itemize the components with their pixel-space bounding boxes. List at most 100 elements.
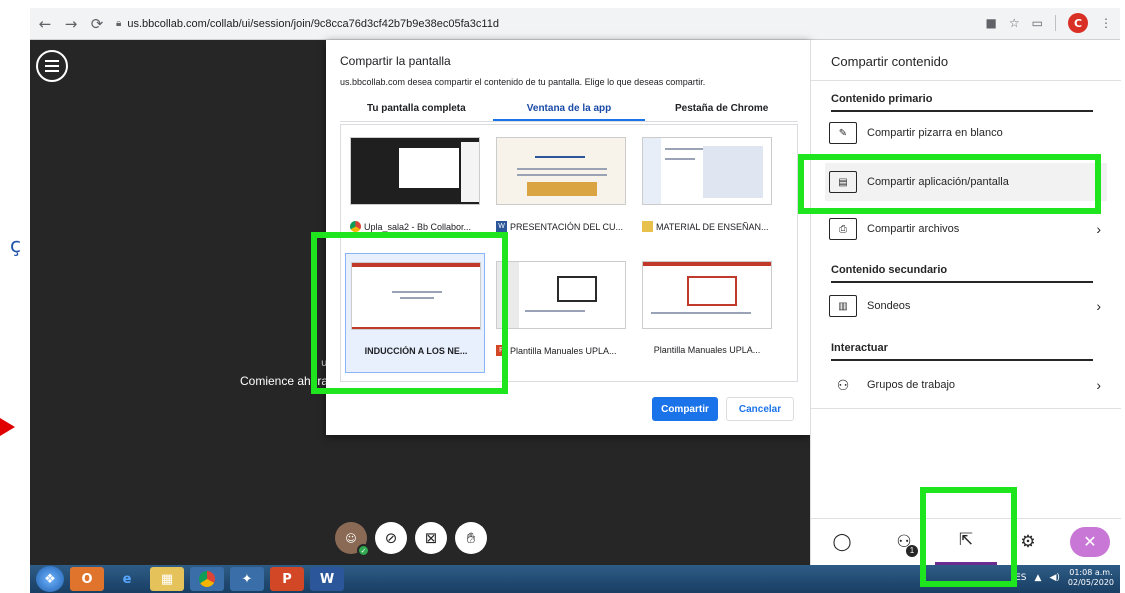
window-title: PRESENTACIÓN DEL CU...	[510, 221, 624, 232]
option-label: Grupos de trabajo	[867, 379, 956, 391]
red-arrow-pointer	[0, 418, 15, 436]
share-whiteboard-option[interactable]: ✎ Compartir pizarra en blanco	[825, 114, 1107, 152]
tab-chat[interactable]: ◯	[811, 519, 873, 565]
window-thumbnail[interactable]: W PRESENTACIÓN DEL CU...	[491, 129, 631, 249]
taskbar-chrome[interactable]	[190, 567, 224, 591]
hand-icon: ✋︎	[466, 529, 476, 547]
cast-icon[interactable]: ▭	[1032, 16, 1043, 30]
chrome-icon	[199, 571, 215, 587]
window-thumbnail[interactable]: P Plantilla Manuales UPLA...	[491, 253, 631, 373]
window-title: MATERIAL DE ENSEÑAN...	[656, 221, 769, 232]
thumbnail-preview	[496, 137, 626, 205]
file-icon: ⎙	[829, 218, 857, 240]
highlight-box-share-app	[798, 154, 1101, 214]
address-bar[interactable]: 🔒︎ us.bbcollab.com/collab/ui/session/joi…	[116, 13, 499, 35]
section-rule	[831, 281, 1093, 283]
reload-icon[interactable]: ⟳	[86, 13, 108, 35]
camera-off-icon: ⊠	[424, 529, 438, 547]
highlight-box-selected-window	[311, 232, 508, 394]
word-icon: W	[496, 221, 507, 232]
taskbar-office-app[interactable]: O	[70, 567, 104, 591]
gear-icon: ⚙	[1020, 531, 1036, 551]
window-thumbnail[interactable]: Plantilla Manuales UPLA...	[637, 253, 777, 373]
hamburger-line	[45, 70, 59, 72]
section-rule	[831, 110, 1093, 112]
taskbar-word[interactable]: W	[310, 567, 344, 591]
left-edge-glyph: ç	[10, 233, 21, 257]
thumbnail-label: MATERIAL DE ENSEÑAN...	[642, 221, 772, 232]
thumbnail-preview	[496, 261, 626, 329]
option-label: Compartir pizarra en blanco	[867, 127, 1003, 139]
whiteboard-icon: ✎	[829, 122, 857, 144]
powerpoint-icon: P	[282, 571, 292, 587]
raise-hand-button[interactable]: ✋︎	[455, 522, 487, 554]
cancel-button[interactable]: Cancelar	[726, 397, 794, 421]
taskbar-ie[interactable]: e	[110, 567, 144, 591]
thumbnail-preview	[642, 261, 772, 329]
tab-entire-screen[interactable]: Tu pantalla completa	[340, 96, 493, 121]
session-menu-button[interactable]	[36, 50, 68, 82]
thumbnail-label: W PRESENTACIÓN DEL CU...	[496, 221, 626, 232]
highlight-box-share-tab	[920, 487, 1017, 587]
microphone-off-button[interactable]: ⊘	[375, 522, 407, 554]
taskbar-powerpoint[interactable]: P	[270, 567, 304, 591]
clock[interactable]: 01:08 a.m. 02/05/2020	[1068, 568, 1114, 588]
hamburger-line	[45, 65, 59, 67]
more-vert-icon[interactable]: ⋮	[1100, 16, 1112, 30]
share-files-option[interactable]: ⎙ Compartir archivos ›	[825, 210, 1107, 248]
option-label: Compartir archivos	[867, 223, 960, 235]
close-icon: ✕	[1070, 526, 1110, 557]
tab-chrome-tab[interactable]: Pestaña de Chrome	[645, 96, 798, 121]
breakout-groups-option[interactable]: ⚇ Grupos de trabajo ›	[825, 366, 1107, 404]
my-avatar-button[interactable]: ☺ ✓	[335, 522, 370, 557]
polls-option[interactable]: ▥ Sondeos ›	[825, 287, 1107, 325]
status-check-icon: ✓	[357, 544, 370, 557]
folder-icon: ▦	[160, 571, 174, 587]
star-icon[interactable]: ☆	[1009, 16, 1020, 30]
window-thumbnail[interactable]: MATERIAL DE ENSEÑAN...	[637, 129, 777, 249]
lock-icon: 🔒︎	[116, 18, 122, 29]
window-title: Plantilla Manuales UPLA...	[653, 345, 761, 355]
thumbnail-label: Plantilla Manuales UPLA...	[642, 345, 772, 355]
dialog-subtitle: us.bbcollab.com desea compartir el conte…	[340, 77, 706, 87]
close-panel-button[interactable]: ✕	[1059, 519, 1121, 565]
screenshot-frame: ç ← → ⟳ 🔒︎ us.bbcollab.com/collab/ui/ses…	[0, 0, 1125, 593]
section-rule	[831, 359, 1093, 361]
camera-off-button[interactable]: ⊠	[415, 522, 447, 554]
secondary-content-heading: Contenido secundario	[831, 264, 948, 276]
profile-avatar[interactable]: C	[1068, 13, 1088, 33]
dialog-title: Compartir la pantalla	[340, 54, 451, 68]
volume-icon[interactable]: ◀)	[1049, 573, 1059, 583]
camera-icon[interactable]: ■	[986, 16, 997, 30]
hamburger-line	[45, 60, 59, 62]
network-icon[interactable]: ▲	[1035, 573, 1042, 583]
start-button[interactable]: ❖	[36, 566, 64, 592]
chevron-right-icon: ›	[1096, 221, 1101, 237]
taskbar-explorer[interactable]: ▦	[150, 567, 184, 591]
panel-title: Compartir contenido	[831, 54, 949, 69]
share-source-tabs: Tu pantalla completa Ventana de la app P…	[340, 96, 798, 122]
panel-divider	[811, 80, 1121, 81]
office-icon: O	[81, 571, 93, 587]
chevron-right-icon: ›	[1096, 377, 1101, 393]
url-text: us.bbcollab.com/collab/ui/session/join/9…	[127, 17, 499, 30]
windows-logo-icon: ❖	[44, 571, 56, 587]
app-icon: ✦	[241, 571, 253, 587]
clock-time: 01:08 a.m.	[1069, 568, 1113, 577]
back-arrow-icon[interactable]: ←	[34, 13, 56, 35]
system-tray: ES ▲ ◀) 01:08 a.m. 02/05/2020	[1015, 568, 1114, 588]
thumbnail-label: P Plantilla Manuales UPLA...	[496, 345, 626, 356]
mic-off-icon: ⊘	[384, 529, 398, 547]
thumbnail-preview	[642, 137, 772, 205]
poll-chart-icon: ▥	[829, 295, 857, 317]
interact-heading: Interactuar	[831, 342, 888, 354]
window-thumbnail[interactable]: Upla_sala2 - Bb Collabor...	[345, 129, 485, 249]
forward-arrow-icon[interactable]: →	[60, 13, 82, 35]
taskbar-app[interactable]: ✦	[230, 567, 264, 591]
window-title: Upla_sala2 - Bb Collabor...	[364, 221, 472, 232]
internet-explorer-icon: e	[122, 571, 132, 587]
share-button[interactable]: Compartir	[652, 397, 718, 421]
primary-content-heading: Contenido primario	[831, 93, 933, 105]
chat-bubble-icon: ◯	[832, 531, 852, 551]
tab-app-window[interactable]: Ventana de la app	[492, 96, 646, 121]
